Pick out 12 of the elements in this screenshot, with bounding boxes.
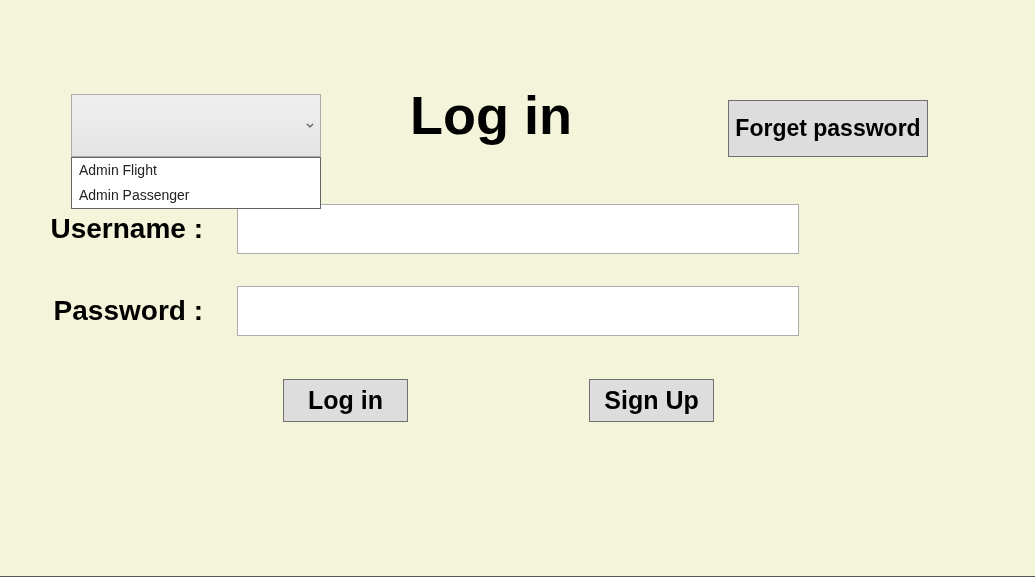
chevron-icon bbox=[306, 123, 314, 128]
field-label: Username : bbox=[50, 213, 203, 244]
action-button[interactable]: Sign Up bbox=[589, 379, 714, 422]
forget-password-button[interactable]: Forget password bbox=[728, 100, 928, 157]
action-button[interactable]: Log in bbox=[283, 379, 408, 422]
page-title: Log in bbox=[409, 85, 573, 145]
dropdown[interactable] bbox=[71, 94, 321, 157]
input-field[interactable] bbox=[237, 286, 799, 336]
dropdown-option[interactable]: Admin Flight bbox=[72, 158, 320, 183]
field-label: Password : bbox=[53, 295, 203, 326]
dropdown-option[interactable]: Admin Passenger bbox=[72, 183, 320, 208]
input-field[interactable] bbox=[237, 204, 799, 254]
